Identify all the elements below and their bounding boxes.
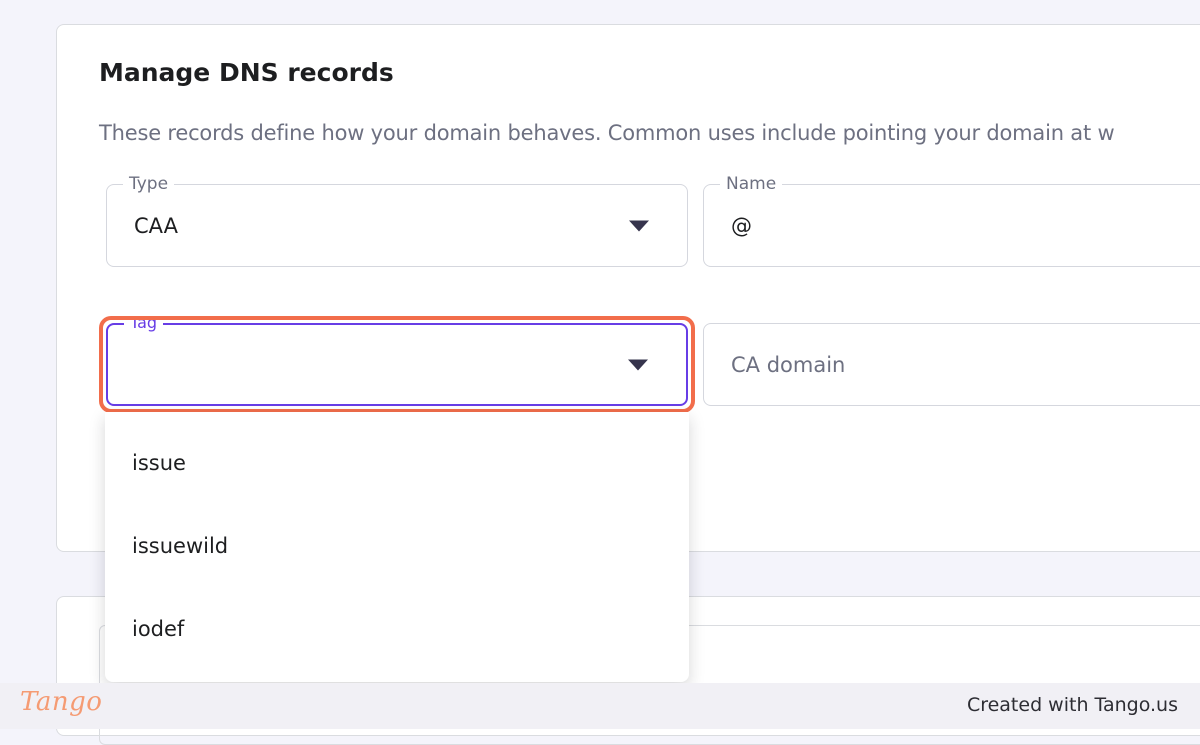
name-input[interactable]: Name @: [703, 173, 1200, 267]
dropdown-option-issuewild[interactable]: issuewild: [105, 505, 689, 588]
chevron-down-icon[interactable]: [629, 220, 649, 231]
ca-domain-input[interactable]: CA domain: [703, 323, 1200, 406]
chevron-down-icon[interactable]: [628, 359, 648, 370]
tango-logo: Tango: [20, 687, 103, 717]
tango-credit: Created with Tango.us: [966, 694, 1178, 716]
ca-domain-placeholder: CA domain: [731, 352, 846, 377]
card-description: These records define how your domain beh…: [99, 121, 1115, 145]
tag-label: Tag: [124, 312, 164, 334]
type-label: Type: [123, 173, 175, 195]
type-value: CAA: [134, 213, 178, 238]
card-title: Manage DNS records: [99, 58, 394, 87]
name-label: Name: [720, 173, 783, 195]
type-select[interactable]: Type CAA: [106, 173, 688, 267]
tag-dropdown-menu: issue issuewild iodef: [105, 412, 689, 682]
name-value: @: [731, 213, 752, 238]
tag-select[interactable]: Tag: [106, 312, 688, 406]
dropdown-option-iodef[interactable]: iodef: [105, 588, 689, 671]
dropdown-option-issue[interactable]: issue: [105, 422, 689, 505]
tango-footer: Tango Created with Tango.us: [0, 683, 1200, 729]
